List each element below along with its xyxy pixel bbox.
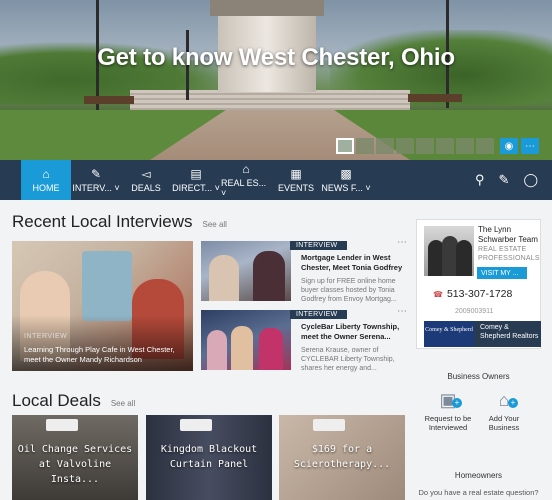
request-interview-action[interactable]: ▣ + Request to be Interviewed bbox=[418, 388, 478, 432]
interviews-title: Recent Local Interviews bbox=[12, 212, 193, 231]
search-icon[interactable]: ⚲ bbox=[475, 172, 485, 188]
interviews-header: Recent Local Interviews See all bbox=[12, 212, 412, 232]
interview-title[interactable]: CycleBar Liberty Township, meet the Owne… bbox=[301, 322, 406, 342]
nav-label: EVENTS bbox=[277, 182, 314, 193]
deal-logo bbox=[180, 419, 212, 431]
broker-name: Comey & Shepherd Realtors bbox=[474, 321, 541, 347]
tag-icon: ◅ bbox=[141, 166, 151, 181]
homeowners-section: Homeowners Do you have a real estate que… bbox=[416, 471, 541, 497]
deal-card[interactable]: $169 for a Scierotherapy... bbox=[279, 415, 405, 500]
nav-item-news[interactable]: ▩ NEWS F... ˅ bbox=[321, 160, 371, 200]
nav-item-home[interactable]: ⌂ HOME bbox=[21, 160, 71, 200]
interview-thumbnail[interactable] bbox=[201, 310, 291, 370]
bench bbox=[408, 94, 462, 102]
card-image-detail bbox=[82, 251, 132, 321]
nav-item-interviews[interactable]: ✎ INTERV... ˅ bbox=[71, 160, 121, 200]
nav-item-events[interactable]: ▦ EVENTS bbox=[271, 160, 321, 200]
deal-logo bbox=[46, 419, 78, 431]
agent-name[interactable]: The Lynn Schwarber Team bbox=[478, 225, 540, 245]
chat-bubble-icon: ▣ + bbox=[418, 388, 478, 412]
deals-header: Local Deals See all bbox=[12, 391, 135, 411]
deal-card[interactable]: Oil Change Services at Valvoline Insta..… bbox=[12, 415, 138, 500]
add-business-action[interactable]: ⌂ + Add Your Business bbox=[474, 388, 534, 432]
bench bbox=[84, 96, 134, 104]
hero-thumbnail[interactable] bbox=[476, 138, 494, 154]
agent-phone-number: 513-307-1728 bbox=[446, 288, 513, 300]
nav-label: INTERV... ˅ bbox=[72, 182, 120, 193]
nav-label: REAL ES... ˅ bbox=[221, 177, 267, 198]
homeowners-question[interactable]: Do you have a real estate question? bbox=[416, 488, 541, 497]
interview-description: Sign up for FREE online home buyer class… bbox=[301, 278, 397, 303]
hero-title: Get to know West Chester, Ohio bbox=[97, 44, 455, 71]
hero-thumbnail[interactable] bbox=[376, 138, 394, 154]
calendar-icon: ▦ bbox=[290, 166, 302, 181]
nav-label: NEWS F... ˅ bbox=[321, 182, 371, 193]
interview-thumbnail[interactable] bbox=[201, 241, 291, 301]
hero-thumbnail[interactable] bbox=[356, 138, 374, 154]
deals-title: Local Deals bbox=[12, 391, 101, 410]
hero-thumbnail[interactable] bbox=[416, 138, 434, 154]
nav-tools: ⚲ ✎ ◯ bbox=[475, 160, 552, 200]
interviews-see-all[interactable]: See all bbox=[202, 220, 226, 229]
interview-card[interactable]: INTERVIEW ⋯ CycleBar Liberty Township, m… bbox=[201, 306, 411, 372]
homeowners-title: Homeowners bbox=[454, 471, 503, 480]
featured-interview-card[interactable]: INTERVIEW Learning Through Play Cafe in … bbox=[12, 241, 193, 371]
interview-title[interactable]: Mortgage Lender in West Chester, Meet To… bbox=[301, 253, 406, 273]
visit-button[interactable]: VISIT MY ... bbox=[477, 267, 527, 279]
more-options-icon[interactable]: ⋯ bbox=[397, 306, 407, 317]
hero-thumbnails[interactable] bbox=[336, 138, 494, 154]
nav-label: HOME bbox=[32, 182, 60, 193]
deal-title: Oil Change Services at Valvoline Insta..… bbox=[17, 444, 133, 485]
interview-card[interactable]: INTERVIEW ⋯ Mortgage Lender in West Ches… bbox=[201, 237, 411, 303]
nav-label: DEALS bbox=[131, 182, 161, 193]
directory-icon: ▤ bbox=[190, 166, 202, 181]
agent-role: REAL ESTATE PROFESSIONALS bbox=[478, 246, 540, 262]
main-nav: ⌂ HOME ✎ INTERV... ˅ ◅ DEALS ▤ DIRECT...… bbox=[0, 160, 552, 200]
interview-description: Serena Krause, owner of CYCLEBAR Liberty… bbox=[301, 347, 395, 372]
news-icon: ▩ bbox=[340, 166, 352, 181]
featured-interview-title[interactable]: Learning Through Play Cafe in West Chest… bbox=[24, 345, 189, 365]
storefront-icon: ⌂ + bbox=[474, 388, 534, 412]
featured-interview-label: INTERVIEW bbox=[24, 333, 68, 340]
interviews-icon: ✎ bbox=[90, 166, 102, 181]
real-estate-icon: ⌂ bbox=[242, 161, 250, 176]
deal-card[interactable]: Kingdom Blackout Curtain Panel bbox=[146, 415, 272, 500]
user-icon[interactable]: ◯ bbox=[523, 172, 538, 188]
hero-thumbnail[interactable] bbox=[336, 138, 354, 154]
hero-banner: Get to know West Chester, Ohio ◉ ⋯ bbox=[0, 0, 552, 160]
deal-logo bbox=[313, 419, 345, 431]
hero-thumbnail[interactable] bbox=[456, 138, 474, 154]
phone-icon: ☎ bbox=[433, 290, 443, 299]
agent-license: 2009003911 bbox=[455, 308, 494, 315]
edit-icon[interactable]: ✎ bbox=[499, 172, 510, 188]
plus-icon: + bbox=[452, 398, 462, 408]
hero-thumbnail[interactable] bbox=[436, 138, 454, 154]
nav-item-real-estate[interactable]: ⌂ REAL ES... ˅ bbox=[221, 160, 271, 200]
agent-card: The Lynn Schwarber Team REAL ESTATE PROF… bbox=[416, 219, 541, 349]
deal-title: Kingdom Blackout Curtain Panel bbox=[160, 444, 258, 470]
nav-label: DIRECT... ˅ bbox=[172, 182, 220, 193]
main-content: Recent Local Interviews See all INTERVIE… bbox=[12, 212, 412, 500]
nav-item-directory[interactable]: ▤ DIRECT... ˅ bbox=[171, 160, 221, 200]
nav-item-deals[interactable]: ◅ DEALS bbox=[121, 160, 171, 200]
more-options-icon[interactable]: ⋯ bbox=[397, 237, 407, 248]
action-label: Request to be Interviewed bbox=[424, 414, 472, 432]
home-icon: ⌂ bbox=[42, 166, 50, 181]
action-label: Add Your Business bbox=[488, 414, 520, 432]
camera-icon[interactable]: ◉ bbox=[500, 138, 518, 154]
deal-title: $169 for a Scierotherapy... bbox=[293, 444, 391, 470]
interview-badge: INTERVIEW bbox=[290, 241, 348, 250]
interview-badge: INTERVIEW bbox=[290, 310, 348, 319]
hero-steps bbox=[130, 90, 410, 110]
business-owners-section: Business Owners ▣ + Request to be Intervi… bbox=[416, 372, 541, 432]
agent-photo[interactable] bbox=[424, 226, 474, 276]
more-icon[interactable]: ⋯ bbox=[521, 138, 539, 154]
deals-see-all[interactable]: See all bbox=[111, 399, 135, 408]
agent-phone[interactable]: ☎ 513-307-1728 bbox=[433, 288, 512, 300]
hero-thumbnail[interactable] bbox=[396, 138, 414, 154]
business-owners-title: Business Owners bbox=[447, 372, 510, 381]
plus-icon: + bbox=[508, 398, 518, 408]
broker-logo: Comey & Shepherd bbox=[424, 321, 474, 347]
